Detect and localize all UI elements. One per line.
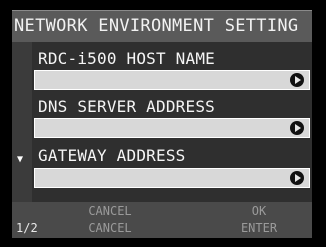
right-arrow-circle-icon[interactable] [290, 73, 304, 87]
page-title: NETWORK ENVIRONMENT SETTING [12, 10, 312, 42]
dns-server-field[interactable] [34, 118, 310, 138]
network-settings-screen: NETWORK ENVIRONMENT SETTING ▼ RDC-i500 H… [12, 10, 312, 238]
cancel-button[interactable]: CANCEL [70, 204, 150, 218]
footer-bar: 1/2 CANCEL CANCEL OK ENTER [12, 202, 312, 238]
host-name-field[interactable] [34, 70, 310, 90]
gateway-label: GATEWAY ADDRESS [38, 146, 186, 165]
ok-button[interactable]: OK [224, 204, 294, 218]
host-name-label: RDC-i500 HOST NAME [38, 49, 215, 68]
dns-server-label: DNS SERVER ADDRESS [38, 97, 215, 116]
cancel-button-secondary[interactable]: CANCEL [70, 221, 150, 235]
gateway-field[interactable] [34, 168, 310, 188]
scroll-strip [12, 42, 32, 202]
enter-button[interactable]: ENTER [224, 221, 294, 235]
scroll-down-indicator-icon: ▼ [17, 154, 24, 165]
page-indicator: 1/2 [16, 221, 38, 235]
right-arrow-circle-icon[interactable] [290, 121, 304, 135]
right-arrow-circle-icon[interactable] [290, 171, 304, 185]
